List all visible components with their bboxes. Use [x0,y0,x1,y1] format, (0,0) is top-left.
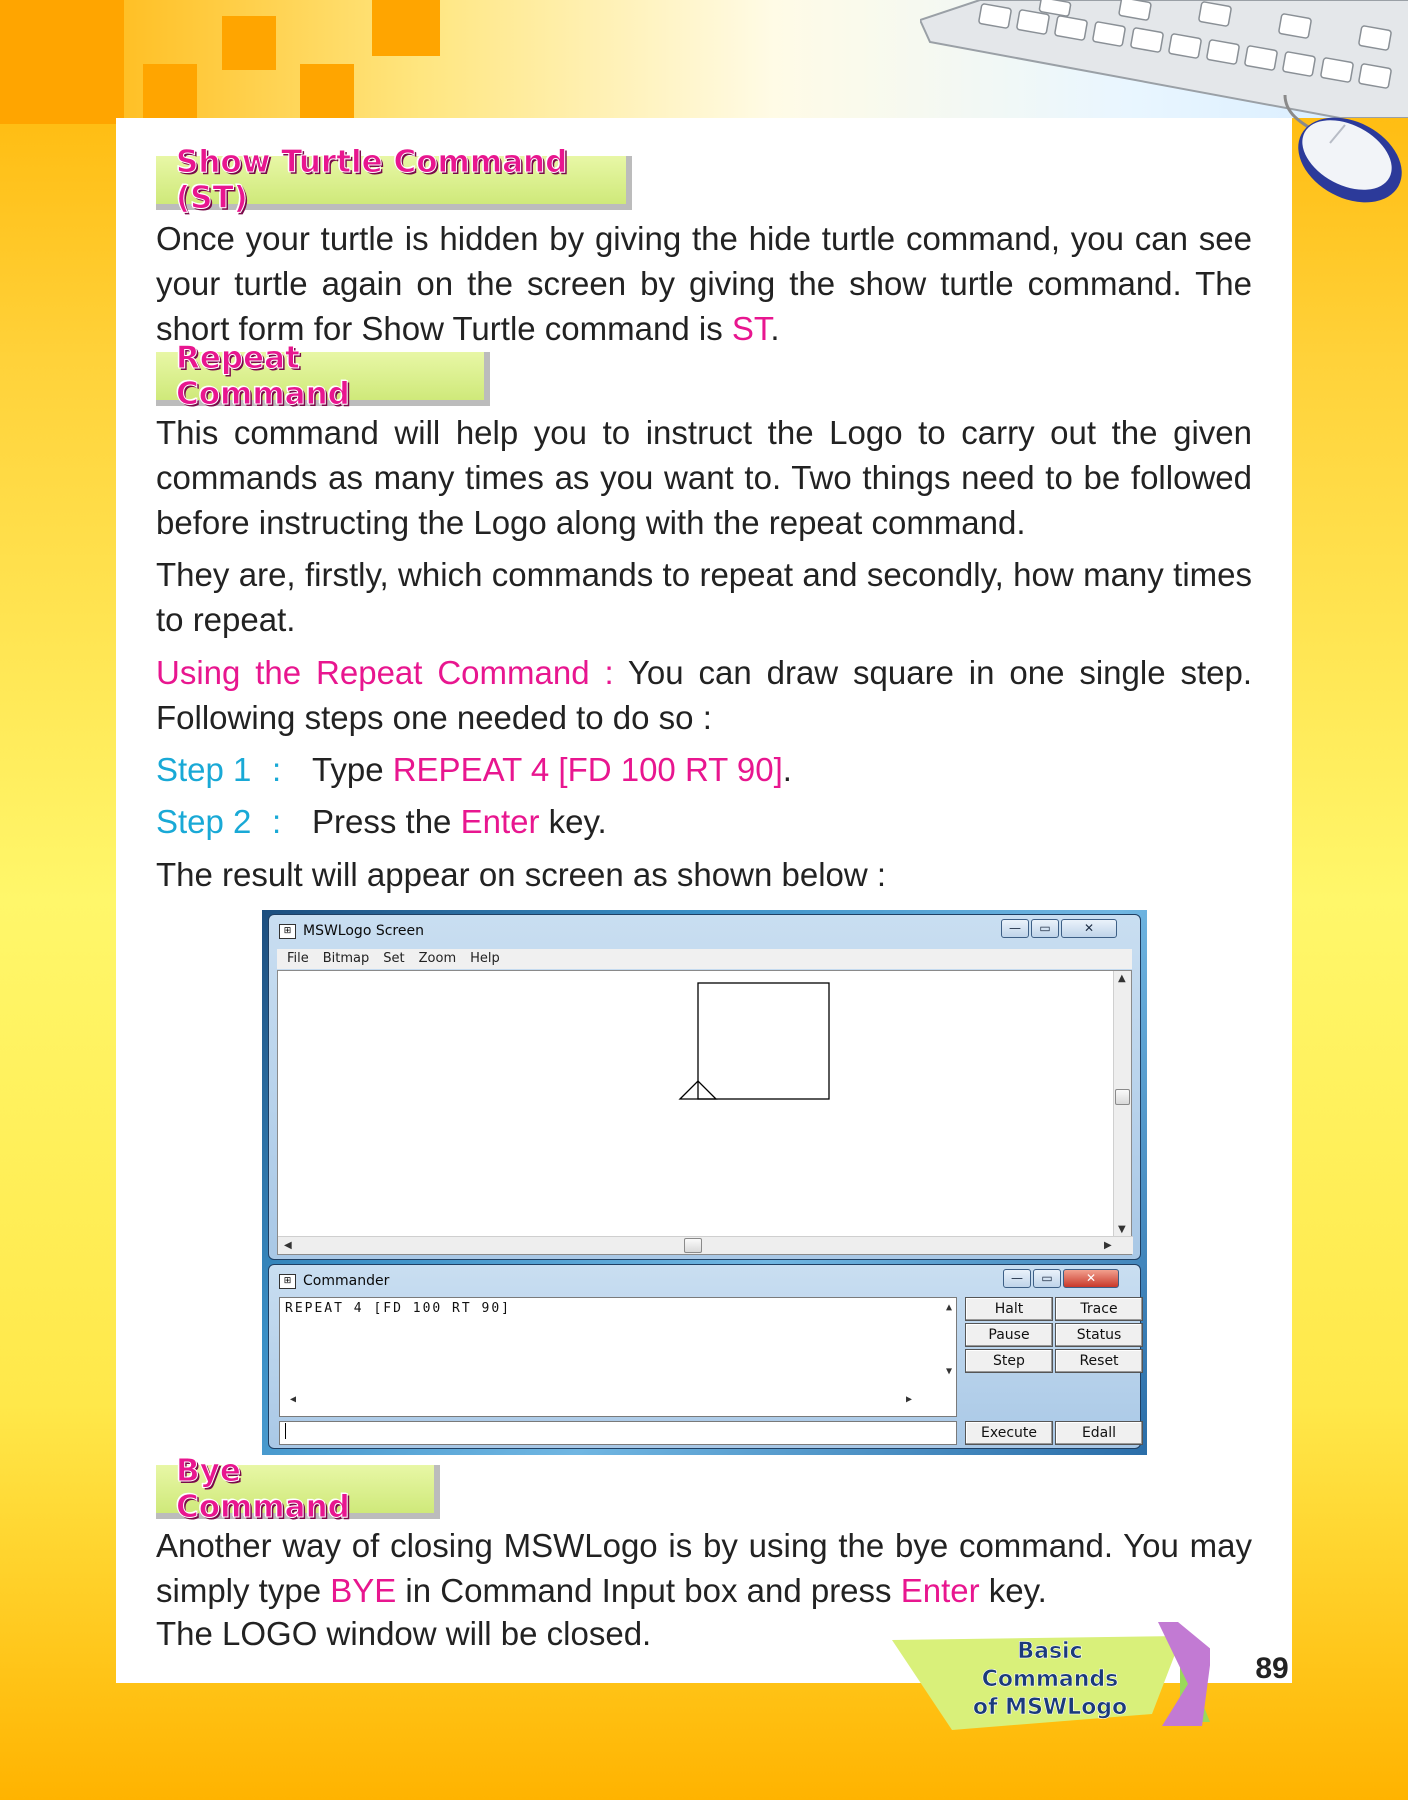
logo-app-icon: ⊞ [279,1274,296,1289]
menu-help[interactable]: Help [470,949,500,969]
repeat-paragraph-2: They are, firstly, which commands to rep… [156,556,1252,638]
menu-bitmap[interactable]: Bitmap [323,949,370,969]
text-run: key. [539,803,607,840]
turtle-drawing [678,982,830,1100]
chapter-title-line-2: of MSWLogo [972,1695,1128,1721]
enter-key-highlight: Enter [460,803,540,840]
step-2-row: Step 2 : Press the Enter key. [156,799,1056,844]
command-input[interactable] [279,1421,957,1445]
section-heading-text: Repeat Command [176,340,351,413]
step-1-row: Step 1 : Type REPEAT 4 [FD 100 RT 90]. [156,747,1056,792]
close-button[interactable]: ✕ [1061,919,1117,938]
reset-button[interactable]: Reset [1055,1349,1143,1373]
minimize-button[interactable]: — [1003,1269,1031,1288]
text-run: Press the [312,803,461,840]
decor-square [222,16,276,70]
text-run: . [782,751,792,788]
menu-file[interactable]: File [287,949,309,969]
show-turtle-paragraph: Once your turtle is hidden by giving the… [156,216,1252,351]
minimize-button[interactable]: — [1001,919,1029,938]
bye-paragraph: Another way of closing MSWLogo is by usi… [156,1523,1252,1613]
result-text: The result will appear on screen as show… [156,856,887,893]
section-heading-text: Show Turtle Command (ST) [176,144,568,217]
scroll-down-arrow[interactable]: ▼ [946,1366,952,1377]
scroll-right-arrow[interactable]: ▶ [906,1394,912,1405]
square-drawing [697,982,830,1100]
step-2-label: Step 2 [156,803,252,840]
menu-bar: File Bitmap Set Zoom Help [277,949,1132,969]
step-1-text: Type REPEAT 4 [FD 100 RT 90]. [312,747,792,792]
step-button[interactable]: Step [965,1349,1053,1373]
repeat-paragraph-1: This command will help you to instruct t… [156,414,1252,541]
close-button[interactable]: ✕ [1063,1269,1119,1288]
history-command: REPEAT 4 [FD 100 RT 90] [285,1301,512,1316]
horizontal-scrollbar[interactable]: ◀ ▶ [278,1236,1133,1254]
repeat-command-highlight: REPEAT 4 [FD 100 RT 90] [392,751,783,788]
maximize-button[interactable]: ▭ [1033,1269,1061,1288]
menu-set[interactable]: Set [383,949,404,969]
trace-button[interactable]: Trace [1055,1297,1143,1321]
window-title: Commander [303,1273,390,1289]
window-title: MSWLogo Screen [303,923,424,939]
vertical-scrollbar[interactable]: ▲ ▼ [1113,971,1131,1237]
text-cursor [285,1423,286,1439]
scroll-down-arrow[interactable]: ▼ [1118,1224,1126,1235]
decor-square [143,64,197,118]
command-history[interactable]: REPEAT 4 [FD 100 RT 90] ▲ ▼ ◀ ▶ [279,1297,957,1417]
text-run: Once your turtle is hidden by giving the… [156,220,1252,347]
step-colon: : [272,803,282,840]
repeat-using-paragraph: Using the Repeat Command : You can draw … [156,650,1252,740]
scroll-left-arrow[interactable]: ◀ [290,1394,296,1405]
text-run: in Command Input box and press [396,1572,901,1609]
menu-zoom[interactable]: Zoom [419,949,456,969]
scroll-up-arrow[interactable]: ▲ [946,1302,952,1313]
enter-key-highlight: Enter [900,1572,980,1609]
text-run: . [770,310,780,347]
chapter-title: Basic Commands of MSWLogo [950,1638,1150,1722]
mswlogo-screen-window: ⊞ MSWLogo Screen — ▭ ✕ File Bitmap Set Z… [268,914,1141,1260]
text-run: key. [979,1572,1047,1609]
step-2-text: Press the Enter key. [312,799,607,844]
section-heading-text: Bye Command [176,1453,351,1526]
chapter-title-line-1: Basic Commands [981,1639,1119,1693]
status-button[interactable]: Status [1055,1323,1143,1347]
mswlogo-screenshot: ⊞ MSWLogo Screen — ▭ ✕ File Bitmap Set Z… [262,910,1147,1455]
drawing-canvas[interactable]: ▲ ▼ ◀ ▶ [277,970,1133,1255]
mouse-image [1283,95,1402,203]
highlight-st: ST [731,310,771,347]
maximize-button[interactable]: ▭ [1031,919,1059,938]
execute-button[interactable]: Execute [965,1421,1053,1445]
page-number: 89 [1255,1652,1289,1685]
decor-square [300,64,354,118]
section-heading-bye: Bye Command [156,1453,440,1526]
using-repeat-label: Using the Repeat Command : [156,654,614,691]
scroll-right-arrow[interactable]: ▶ [1104,1240,1112,1251]
edall-button[interactable]: Edall [1055,1421,1143,1445]
bye-highlight: BYE [330,1572,397,1609]
scroll-left-arrow[interactable]: ◀ [284,1240,292,1251]
commander-window: ⊞ Commander — ▭ ✕ REPEAT 4 [FD 100 RT 90… [268,1264,1143,1449]
section-heading-repeat: Repeat Command [156,340,490,413]
section-heading-show-turtle: Show Turtle Command (ST) [156,144,632,217]
halt-button[interactable]: Halt [965,1297,1053,1321]
decor-square [372,0,440,56]
logo-app-icon: ⊞ [279,924,296,939]
scroll-thumb[interactable] [684,1238,702,1253]
step-1-label: Step 1 [156,751,252,788]
scroll-up-arrow[interactable]: ▲ [1118,973,1126,984]
text-run: Type [312,751,393,788]
step-colon: : [272,751,282,788]
scroll-thumb[interactable] [1115,1089,1130,1105]
pause-button[interactable]: Pause [965,1323,1053,1347]
decor-square [0,0,124,124]
